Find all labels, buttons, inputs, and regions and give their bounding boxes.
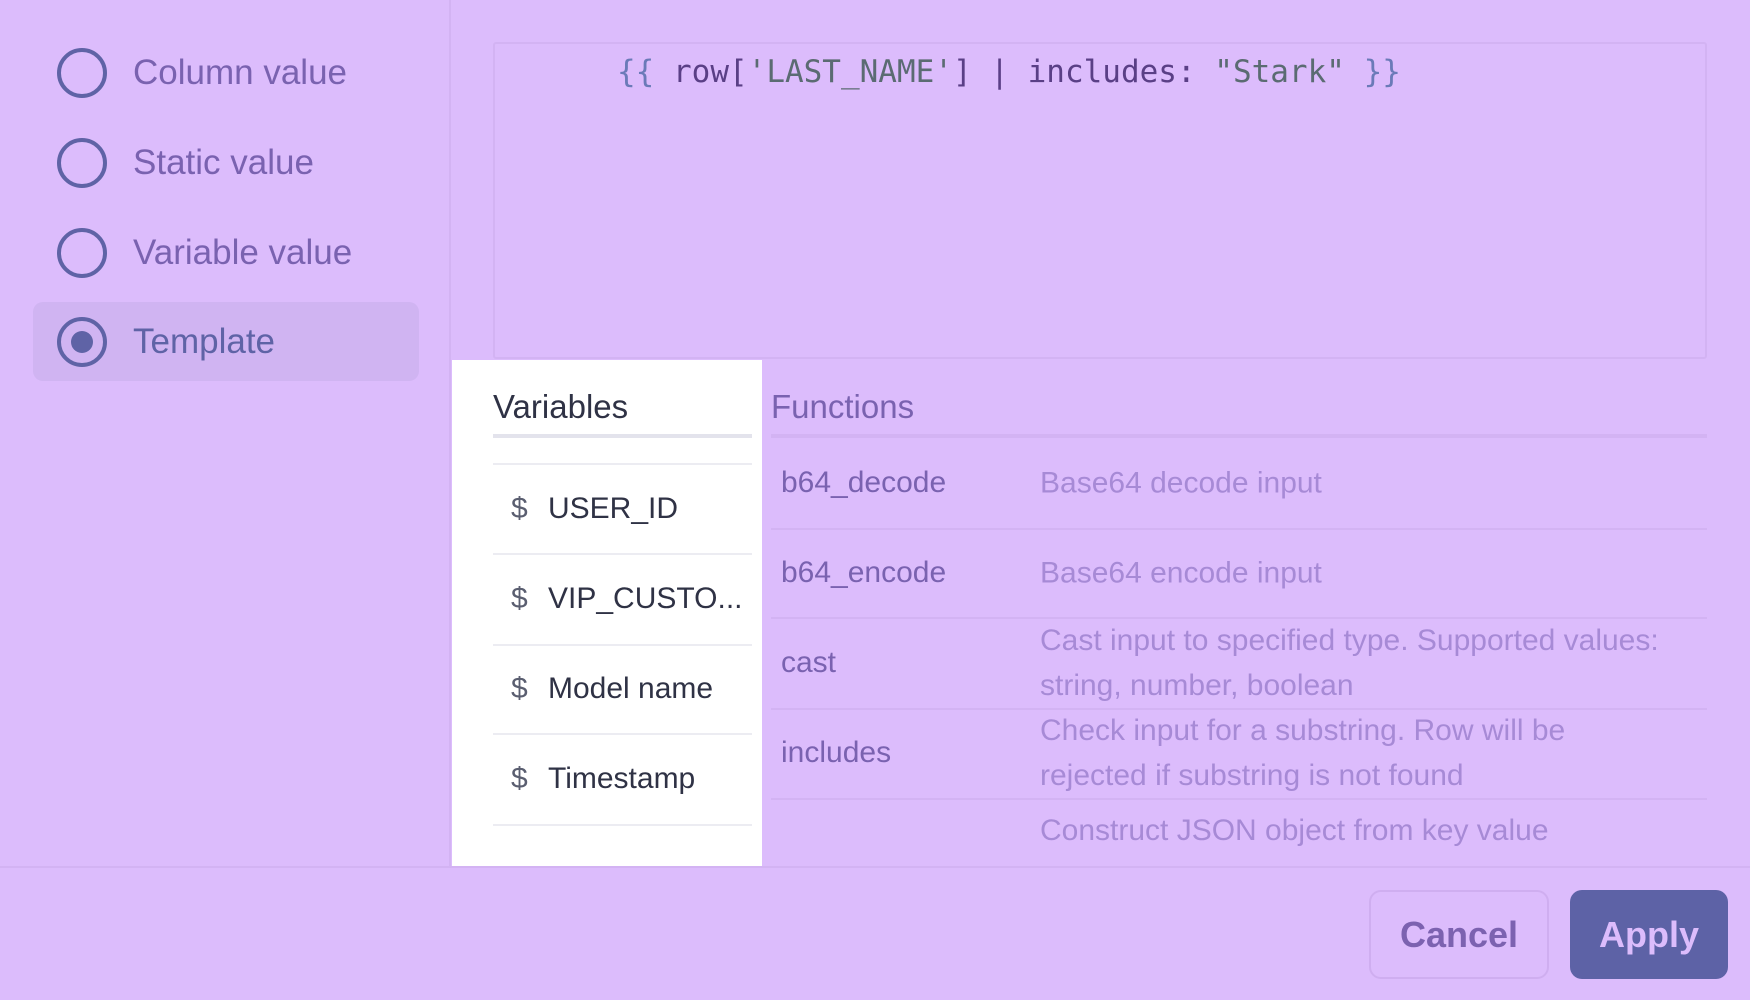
option-variable-value[interactable]: Variable value <box>33 213 419 292</box>
function-item[interactable]: includes Check input for a substring. Row… <box>771 708 1707 798</box>
variables-panel: Variables $ USER_ID $ VIP_CUSTO... $ Model … <box>452 360 762 866</box>
template-editor[interactable]: {{ row['LAST_NAME'] | includes: "Stark" … <box>493 42 1707 359</box>
divider <box>493 824 752 826</box>
option-template[interactable]: Template <box>33 302 419 381</box>
variable-item[interactable]: $ VIP_CUSTO... <box>493 554 752 644</box>
functions-panel: Functions b64_decode Base64 decode input … <box>771 360 1707 864</box>
tab-functions[interactable]: Functions <box>771 388 914 426</box>
function-item[interactable]: Construct JSON object from key value <box>771 798 1707 864</box>
value-type-panel: Column value Static value Variable value… <box>0 0 451 866</box>
variable-item[interactable]: $ Model name <box>493 644 752 734</box>
radio-checked-icon[interactable] <box>57 316 107 367</box>
variable-item[interactable]: $ Timestamp <box>493 734 752 824</box>
function-item[interactable]: b64_encode Base64 encode input <box>771 528 1707 618</box>
radio-unchecked-icon[interactable] <box>57 137 107 188</box>
variable-item[interactable]: $ USER_ID <box>493 464 752 554</box>
dollar-icon: $ <box>511 492 528 525</box>
dollar-icon: $ <box>511 762 528 795</box>
template-code[interactable]: {{ row['LAST_NAME'] | includes: "Stark" … <box>617 54 1401 90</box>
option-static-value[interactable]: Static value <box>33 123 419 202</box>
radio-unchecked-icon[interactable] <box>57 47 107 98</box>
apply-button[interactable]: Apply <box>1570 890 1728 979</box>
dollar-icon: $ <box>511 582 528 615</box>
radio-unchecked-icon[interactable] <box>57 227 107 278</box>
dialog-footer: Cancel Apply <box>0 866 1750 1000</box>
cancel-button[interactable]: Cancel <box>1369 890 1549 979</box>
function-item[interactable]: b64_decode Base64 decode input <box>771 438 1707 528</box>
tab-variables[interactable]: Variables <box>493 388 628 426</box>
active-tab-underline <box>493 434 752 438</box>
option-column-value[interactable]: Column value <box>33 33 419 112</box>
function-item[interactable]: cast Cast input to specified type. Suppor… <box>771 618 1707 708</box>
dollar-icon: $ <box>511 672 528 705</box>
